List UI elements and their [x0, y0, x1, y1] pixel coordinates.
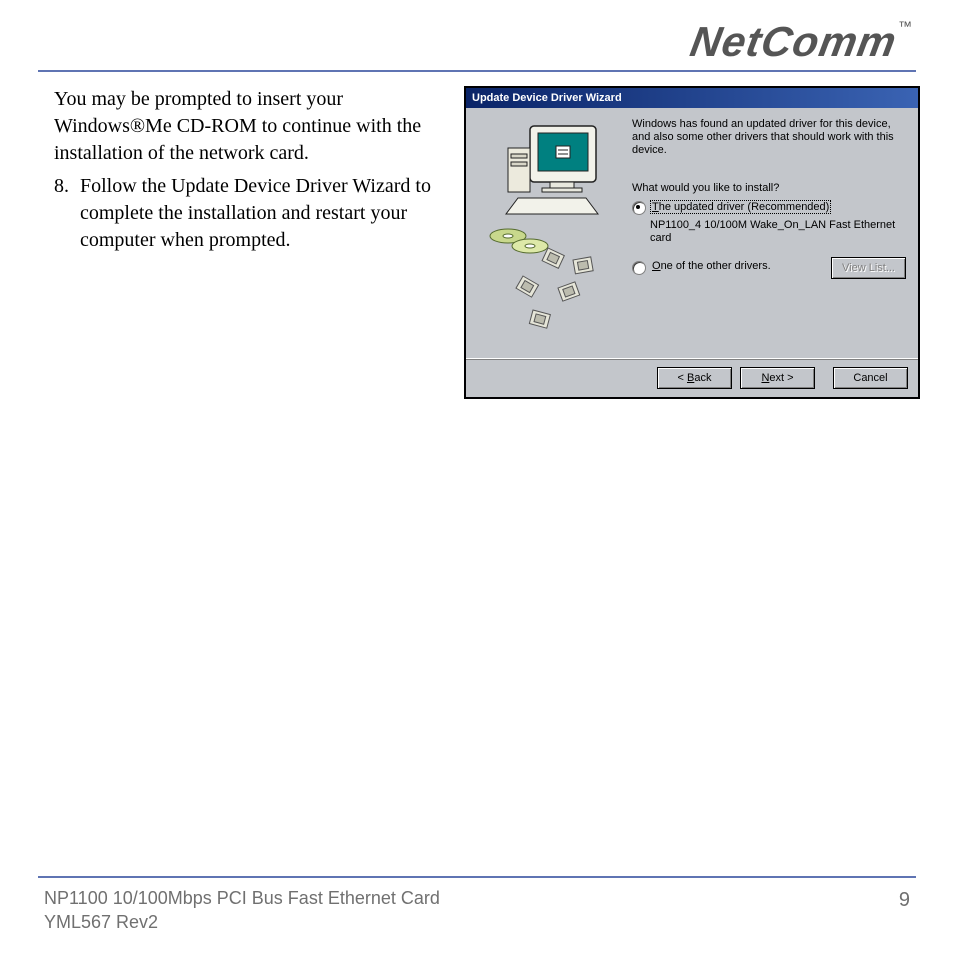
option2-label: One of the other drivers. — [652, 260, 771, 272]
radio-icon — [632, 201, 646, 215]
step-number: 8. — [54, 173, 80, 254]
option1-label: The updated driver (Recommended) — [650, 200, 831, 214]
instruction-text: You may be prompted to insert your Windo… — [38, 86, 446, 254]
dialog-titlebar: Update Device Driver Wizard — [466, 88, 918, 108]
step-item: 8. Follow the Update Device Driver Wizar… — [54, 173, 446, 254]
intro-paragraph: You may be prompted to insert your Windo… — [54, 86, 446, 167]
back-button[interactable]: < Back — [657, 367, 732, 389]
wizard-illustration — [478, 118, 620, 352]
wizard-dialog: Update Device Driver Wizard — [464, 86, 920, 399]
page-footer: NP1100 10/100Mbps PCI Bus Fast Ethernet … — [44, 887, 910, 934]
page-number: 9 — [899, 887, 910, 913]
main-content: You may be prompted to insert your Windo… — [38, 72, 916, 399]
option1-driver-name: NP1100_4 10/100M Wake_On_LAN Fast Ethern… — [650, 219, 906, 245]
dialog-intro-text: Windows has found an updated driver for … — [632, 118, 906, 158]
screenshot-figure: Update Device Driver Wizard — [464, 86, 916, 399]
dialog-content: Windows has found an updated driver for … — [632, 118, 906, 352]
radio-icon — [632, 261, 646, 275]
cancel-button[interactable]: Cancel — [833, 367, 908, 389]
footer-product: NP1100 10/100Mbps PCI Bus Fast Ethernet … — [44, 887, 440, 910]
footer-divider — [38, 876, 916, 878]
step-text: Follow the Update Device Driver Wizard t… — [80, 173, 446, 254]
option-other-drivers[interactable]: One of the other drivers. — [632, 260, 771, 275]
next-button[interactable]: Next > — [740, 367, 815, 389]
dialog-button-bar: < Back Next > Cancel — [466, 358, 918, 397]
brand-logo: NetComm — [686, 18, 900, 66]
footer-revision: YML567 Rev2 — [44, 911, 440, 934]
computer-hardware-icon — [478, 118, 620, 348]
page-header: NetComm™ — [38, 18, 916, 70]
dialog-question: What would you like to install? — [632, 182, 906, 194]
view-list-button[interactable]: View List... — [831, 257, 906, 279]
option-updated-driver[interactable]: The updated driver (Recommended) — [632, 200, 906, 215]
